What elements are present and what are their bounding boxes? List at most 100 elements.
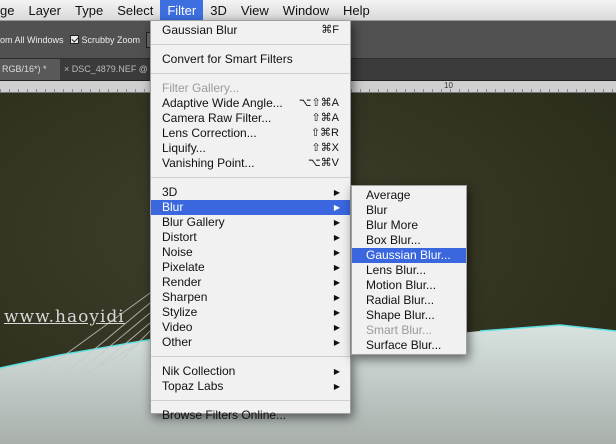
nik-collection-label: Nik Collection (162, 364, 236, 378)
menu-item-sharpen[interactable]: Sharpen ▶ (151, 290, 350, 305)
blur-submenu: Average Blur Blur More Box Blur... Gauss… (351, 185, 467, 355)
menu-item-distort[interactable]: Distort ▶ (151, 230, 350, 245)
convert-label: Convert for Smart Filters (162, 52, 293, 66)
ruler-mark: 10 (444, 81, 453, 90)
menu-filter[interactable]: Filter (160, 0, 204, 21)
tab-active-document[interactable]: RGB/16*) * (0, 59, 60, 80)
submenu-item-smart-blur: Smart Blur... (352, 323, 466, 338)
shape-blur-label: Shape Blur... (366, 308, 435, 322)
tab-dsc-4879[interactable]: × DSC_4879.NEF @ (60, 59, 150, 80)
menu-item-vanishing-point[interactable]: Vanishing Point... ⌥⌘V (151, 156, 350, 171)
tab-dsc-4879-label: DSC_4879.NEF @ (71, 64, 148, 74)
menu-help[interactable]: Help (336, 0, 377, 21)
tab-close-icon[interactable]: × (64, 64, 69, 74)
blur-item-label: Blur (366, 203, 388, 217)
submenu-item-motion-blur[interactable]: Motion Blur... (352, 278, 466, 293)
scrubby-zoom-label: Scrubby Zoom (81, 34, 141, 45)
submenu-item-blur[interactable]: Blur (352, 203, 466, 218)
other-label: Other (162, 335, 193, 349)
motion-blur-label: Motion Blur... (366, 278, 437, 292)
menu-item-video[interactable]: Video ▶ (151, 320, 350, 335)
submenu-item-shape-blur[interactable]: Shape Blur... (352, 308, 466, 323)
submenu-arrow-icon: ▶ (333, 367, 340, 376)
submenu-arrow-icon: ▶ (333, 382, 340, 391)
menu-item-lens-correction[interactable]: Lens Correction... ⇧⌘R (151, 126, 350, 141)
menu-3d[interactable]: 3D (203, 0, 234, 21)
submenu-arrow-icon: ▶ (333, 248, 340, 257)
menu-window[interactable]: Window (276, 0, 336, 21)
menu-layer[interactable]: Layer (21, 0, 68, 21)
menu-view[interactable]: View (234, 0, 276, 21)
menu-item-other[interactable]: Other ▶ (151, 335, 350, 350)
submenu-arrow-icon: ▶ (333, 338, 340, 347)
submenu-arrow-icon: ▶ (333, 233, 340, 242)
menu-separator (151, 400, 350, 401)
submenu-item-blur-more[interactable]: Blur More (352, 218, 466, 233)
tab-active-label: RGB/16*) * (2, 64, 47, 74)
submenu-item-radial-blur[interactable]: Radial Blur... (352, 293, 466, 308)
filter-menu: Gaussian Blur ⌘F Convert for Smart Filte… (150, 20, 351, 422)
menu-item-nik-collection[interactable]: Nik Collection ▶ (151, 364, 350, 379)
blur-label: Blur (162, 200, 184, 214)
menu-item-liquify[interactable]: Liquify... ⇧⌘X (151, 141, 350, 156)
submenu-arrow-icon: ▶ (333, 263, 340, 272)
menu-item-render[interactable]: Render ▶ (151, 275, 350, 290)
last-filter-label: Gaussian Blur (162, 23, 238, 37)
menu-separator (151, 177, 350, 178)
radial-blur-label: Radial Blur... (366, 293, 435, 307)
distort-label: Distort (162, 230, 197, 244)
scrubby-zoom-checkbox[interactable] (69, 35, 79, 44)
menu-type[interactable]: Type (68, 0, 110, 21)
adaptive-wide-angle-label: Adaptive Wide Angle... (162, 96, 283, 110)
noise-label: Noise (162, 245, 193, 259)
menu-item-browse-filters-online[interactable]: Browse Filters Online... (151, 408, 350, 423)
lens-correction-label: Lens Correction... (162, 126, 257, 140)
submenu-item-surface-blur[interactable]: Surface Blur... (352, 338, 466, 353)
vanishing-point-shortcut: ⌥⌘V (307, 157, 339, 169)
pixelate-label: Pixelate (162, 260, 205, 274)
browse-filters-label: Browse Filters Online... (162, 408, 287, 422)
menu-separator (151, 44, 350, 45)
watermark-text: www.haoyidi (4, 307, 125, 327)
submenu-arrow-icon: ▶ (333, 293, 340, 302)
blur-gallery-label: Blur Gallery (162, 215, 225, 229)
menu-item-topaz-labs[interactable]: Topaz Labs ▶ (151, 379, 350, 394)
lens-correction-shortcut: ⇧⌘R (310, 127, 339, 139)
menu-separator (151, 356, 350, 357)
liquify-shortcut: ⇧⌘X (311, 142, 339, 154)
box-blur-label: Box Blur... (366, 233, 421, 247)
zoom-all-windows-label: om All Windows (0, 34, 64, 45)
lens-blur-label: Lens Blur... (366, 263, 427, 277)
menu-item-convert-smart-filters[interactable]: Convert for Smart Filters (151, 52, 350, 67)
submenu-item-gaussian-blur[interactable]: Gaussian Blur... (352, 248, 466, 263)
menu-item-last-filter[interactable]: Gaussian Blur ⌘F (151, 23, 350, 38)
menu-item-adaptive-wide-angle[interactable]: Adaptive Wide Angle... ⌥⇧⌘A (151, 96, 350, 111)
submenu-item-lens-blur[interactable]: Lens Blur... (352, 263, 466, 278)
vanishing-point-label: Vanishing Point... (162, 156, 255, 170)
menu-item-3d[interactable]: 3D ▶ (151, 185, 350, 200)
adaptive-wide-angle-shortcut: ⌥⇧⌘A (298, 97, 339, 109)
stylize-label: Stylize (162, 305, 198, 319)
menu-item-blur-gallery[interactable]: Blur Gallery ▶ (151, 215, 350, 230)
menu-item-pixelate[interactable]: Pixelate ▶ (151, 260, 350, 275)
menu-item-filter-gallery: Filter Gallery... (151, 81, 350, 96)
menu-item-camera-raw-filter[interactable]: Camera Raw Filter... ⇧⌘A (151, 111, 350, 126)
3d-label: 3D (162, 185, 178, 199)
menu-select[interactable]: Select (110, 0, 160, 21)
submenu-arrow-icon: ▶ (333, 203, 340, 212)
menu-item-noise[interactable]: Noise ▶ (151, 245, 350, 260)
filter-gallery-label: Filter Gallery... (162, 81, 240, 95)
camera-raw-filter-label: Camera Raw Filter... (162, 111, 272, 125)
submenu-item-box-blur[interactable]: Box Blur... (352, 233, 466, 248)
menu-bar: ge Layer Type Select Filter 3D View Wind… (0, 0, 616, 21)
topaz-labs-label: Topaz Labs (162, 379, 224, 393)
submenu-arrow-icon: ▶ (333, 323, 340, 332)
submenu-item-average[interactable]: Average (352, 188, 466, 203)
menu-item-blur[interactable]: Blur ▶ (151, 200, 350, 215)
sharpen-label: Sharpen (162, 290, 208, 304)
submenu-arrow-icon: ▶ (333, 218, 340, 227)
render-label: Render (162, 275, 202, 289)
menu-image[interactable]: ge (0, 0, 21, 21)
smart-blur-label: Smart Blur... (366, 323, 433, 337)
menu-item-stylize[interactable]: Stylize ▶ (151, 305, 350, 320)
